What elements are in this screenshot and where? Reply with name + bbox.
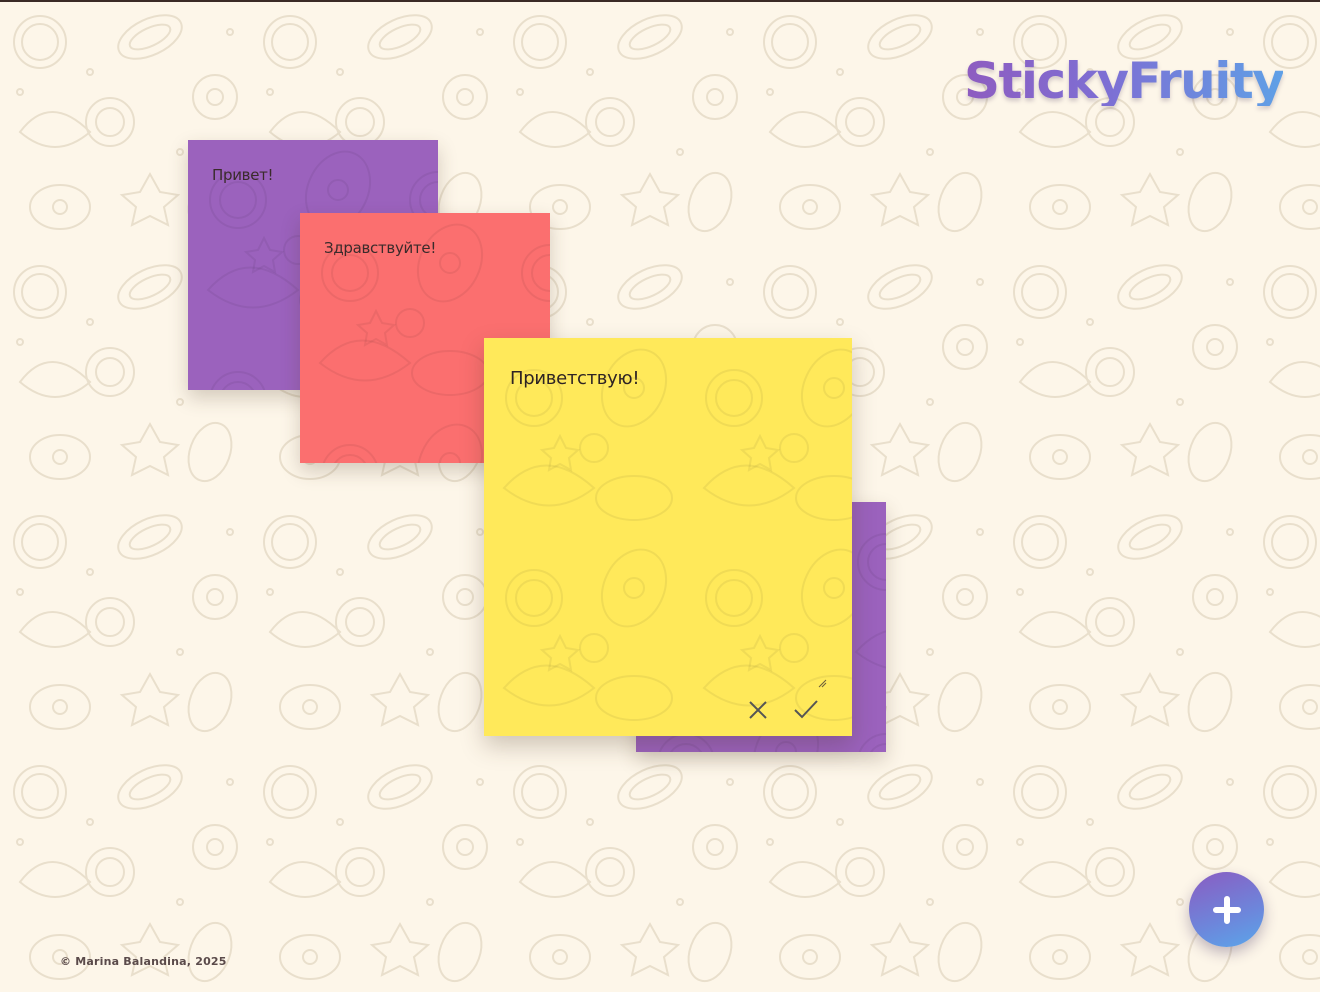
- check-icon: [794, 700, 818, 719]
- copyright-footer: © Marina Balandina, 2025: [60, 955, 227, 968]
- note-fruit-pattern: [484, 338, 852, 736]
- note-text: Здравствуйте!: [324, 239, 437, 257]
- cancel-button[interactable]: [743, 695, 773, 725]
- close-icon: [749, 701, 767, 719]
- add-note-button[interactable]: [1189, 872, 1264, 947]
- plus-icon: [1212, 895, 1241, 924]
- note-text: Привет!: [212, 166, 274, 184]
- note-text-input[interactable]: Приветствую!: [510, 368, 640, 389]
- resize-handle-icon[interactable]: [817, 678, 827, 688]
- app-logo: StickyFruity: [964, 52, 1285, 110]
- confirm-button[interactable]: [791, 695, 821, 725]
- sticky-note-editor[interactable]: Приветствую!: [484, 338, 852, 736]
